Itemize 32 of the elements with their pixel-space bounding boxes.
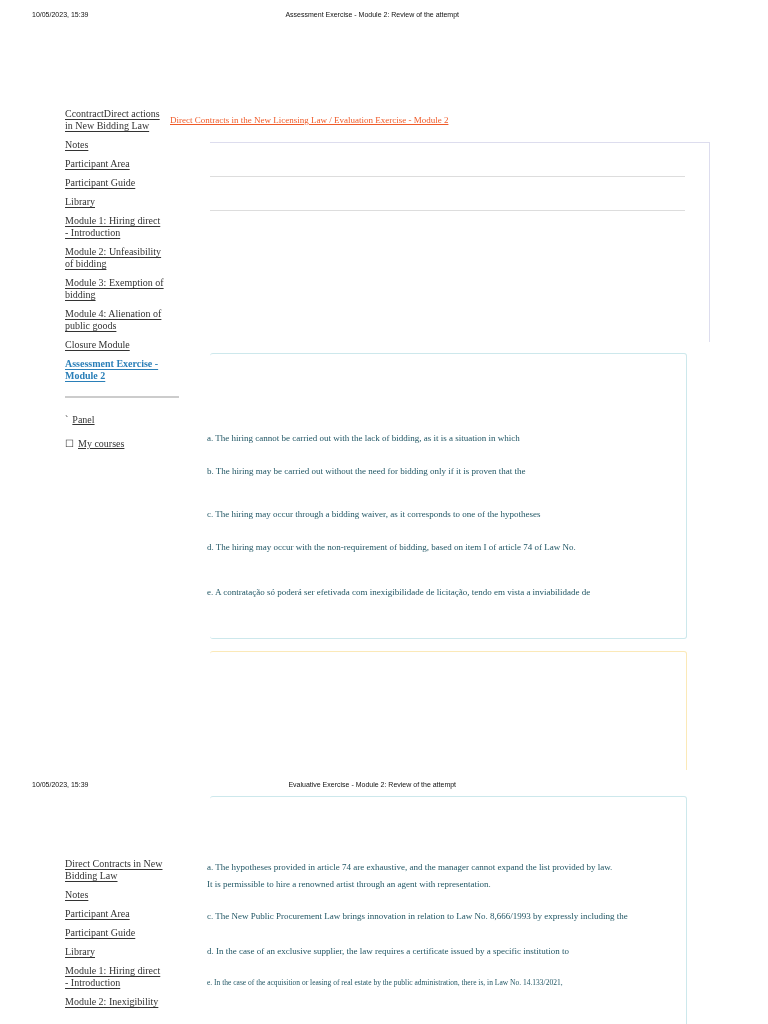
- sidebar-link[interactable]: Participant Guide: [65, 177, 170, 189]
- answer-option: b. The hiring may be carried out without the need for bidding only if it is proven that the: [207, 465, 686, 477]
- answer-option: d. In the case of an exclusive supplier, the law requires a certificate issued by a specific institution to: [207, 945, 686, 957]
- sidebar-link[interactable]: Closure Module: [65, 339, 170, 351]
- sidebar-link[interactable]: Participant Guide: [65, 927, 170, 939]
- answer-option: a. The hypotheses provided in article 74 are exhaustive, and the manager cannot expand the list provided by law.: [207, 861, 686, 873]
- sidebar-link[interactable]: Direct Contracts in New Bidding Law: [65, 858, 170, 882]
- sidebar-link[interactable]: Participant Area: [65, 908, 170, 920]
- sidebar-link[interactable]: Module 1: Hiring direct - Introduction: [65, 965, 170, 989]
- answer-option: d. The hiring may occur with the non-requirement of bidding, based on item I of article 74 of Law No.: [207, 541, 686, 553]
- sidebar-link[interactable]: Library: [65, 946, 170, 958]
- sidebar-link[interactable]: Module 1: Hiring direct - Introduction: [65, 215, 170, 239]
- breadcrumb-link[interactable]: Direct Contracts in the New Licensing Law / Evaluation Exercise - Module 2: [170, 114, 449, 128]
- answer-option: c. The New Public Procurement Law brings innovation in relation to Law No. 8,666/1993 by expressly including the: [207, 910, 686, 922]
- sidebar-link[interactable]: CcontractDirect actions in New Bidding Law: [65, 108, 170, 132]
- answer-option: a. The hiring cannot be carried out with the lack of bidding, as it is a situation in which: [207, 432, 686, 444]
- sidebar-link[interactable]: Module 4: Alienation of public goods: [65, 308, 170, 332]
- nav-link-text[interactable]: My courses: [78, 436, 125, 451]
- sidebar-link[interactable]: Module 2: Unfeasibility of bidding: [65, 246, 170, 270]
- link-icon: ☐: [65, 436, 74, 451]
- sidebar-link[interactable]: Module 3: Exemption of bidding: [65, 277, 170, 301]
- sidebar-link[interactable]: Notes: [65, 889, 170, 901]
- answer-option: e. A contratação só poderá ser efetivada com inexigibilidade de licitação, tendo em vista a inviabilidade de: [207, 586, 686, 598]
- sidebar-link[interactable]: Participant Area: [65, 158, 170, 170]
- link-icon: ˋ: [65, 412, 69, 427]
- sidebar-link[interactable]: Assessment Exercise - Module 2: [65, 358, 170, 382]
- sidebar-link[interactable]: Library: [65, 196, 170, 208]
- sidebar-link[interactable]: Notes: [65, 139, 170, 151]
- answer-option: c. The hiring may occur through a bidding waiver, as it corresponds to one of the hypotheses: [207, 508, 686, 520]
- nav-link-text[interactable]: Panel: [72, 412, 95, 427]
- sidebar-link[interactable]: Module 2: Inexigibility: [65, 996, 170, 1008]
- answer-option: It is permissible to hire a renowned artist through an agent with representation.: [207, 878, 686, 890]
